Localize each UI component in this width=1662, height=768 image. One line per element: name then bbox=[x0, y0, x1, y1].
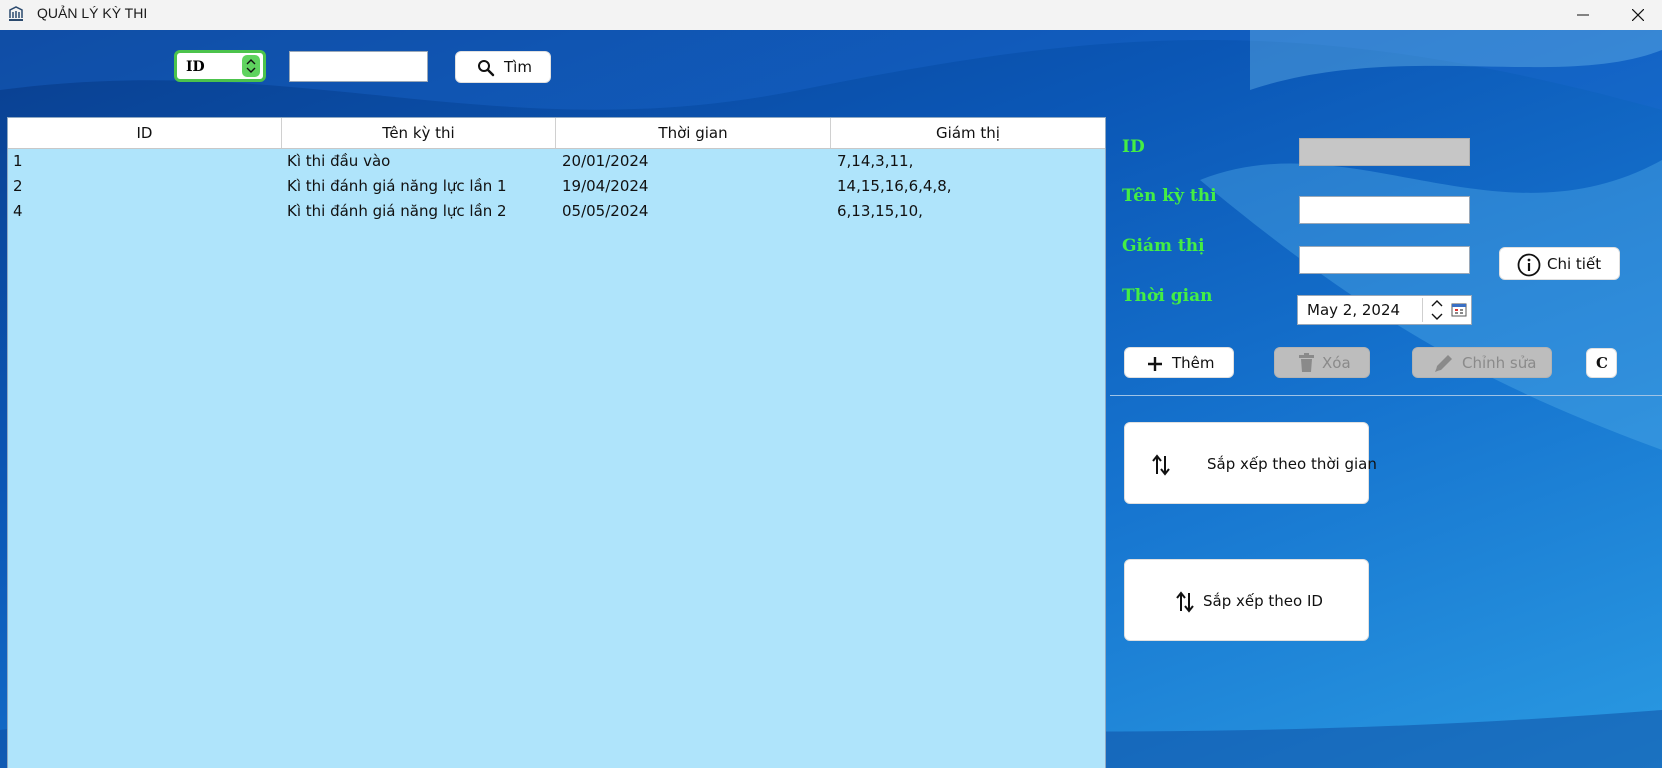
exam-name-label: Tên kỳ thi bbox=[1122, 186, 1217, 206]
column-header-id[interactable]: ID bbox=[8, 118, 282, 148]
search-field-combo[interactable]: ID bbox=[174, 50, 266, 82]
edit-button[interactable]: Chỉnh sửa bbox=[1412, 347, 1552, 378]
title-bar: QUẢN LÝ KỲ THI bbox=[0, 0, 1662, 30]
table-row[interactable]: 4 Kì thi đánh giá năng lực lần 2 05/05/2… bbox=[8, 199, 1105, 224]
clear-button[interactable]: C bbox=[1586, 348, 1617, 378]
table-row[interactable]: 1 Kì thi đầu vào 20/01/2024 7,14,3,11, bbox=[8, 149, 1105, 174]
detail-button[interactable]: Chi tiết bbox=[1499, 247, 1620, 280]
delete-button-label: Xóa bbox=[1322, 354, 1351, 372]
date-picker[interactable]: May 2, 2024 bbox=[1297, 295, 1472, 325]
column-header-supervisors[interactable]: Giám thị bbox=[831, 118, 1105, 148]
exam-name-field[interactable] bbox=[1299, 196, 1470, 224]
table-row[interactable]: 2 Kì thi đánh giá năng lực lần 1 19/04/2… bbox=[8, 174, 1105, 199]
date-value: May 2, 2024 bbox=[1307, 301, 1401, 319]
cell-time: 20/01/2024 bbox=[562, 152, 649, 170]
cell-time: 19/04/2024 bbox=[562, 177, 649, 195]
section-divider bbox=[1110, 395, 1662, 396]
add-button[interactable]: Thêm bbox=[1124, 347, 1234, 378]
id-field bbox=[1299, 138, 1470, 166]
sort-by-time-label: Sắp xếp theo thời gian bbox=[1207, 455, 1377, 473]
cell-id: 1 bbox=[13, 152, 23, 170]
calendar-icon[interactable] bbox=[1451, 302, 1467, 317]
cell-exam-name: Kì thi đánh giá năng lực lần 2 bbox=[287, 202, 507, 220]
column-header-time[interactable]: Thời gian bbox=[556, 118, 831, 148]
search-icon bbox=[478, 60, 495, 77]
detail-button-label: Chi tiết bbox=[1547, 255, 1602, 273]
minimize-icon bbox=[1577, 14, 1589, 16]
info-icon bbox=[1517, 253, 1541, 277]
window-title: QUẢN LÝ KỲ THI bbox=[37, 5, 148, 21]
combo-spinner[interactable] bbox=[242, 55, 260, 77]
cell-id: 2 bbox=[13, 177, 23, 195]
close-button[interactable] bbox=[1615, 0, 1661, 30]
clear-button-label: C bbox=[1596, 354, 1608, 372]
exam-table[interactable]: ID Tên kỳ thi Thời gian Giám thị 1 Kì th… bbox=[7, 117, 1106, 768]
trash-icon bbox=[1299, 353, 1314, 372]
pencil-icon bbox=[1435, 355, 1452, 372]
edit-button-label: Chỉnh sửa bbox=[1462, 354, 1537, 372]
minimize-button[interactable] bbox=[1560, 0, 1606, 30]
plus-icon bbox=[1148, 357, 1162, 371]
cell-id: 4 bbox=[13, 202, 23, 220]
column-header-exam-name[interactable]: Tên kỳ thi bbox=[282, 118, 556, 148]
main-panel: ID Tìm ID Tên kỳ thi Thời gian Giám thị … bbox=[0, 30, 1662, 768]
sort-icon bbox=[1152, 454, 1170, 476]
chevron-up-down-icon bbox=[246, 59, 256, 73]
sort-by-time-button[interactable]: Sắp xếp theo thời gian bbox=[1124, 422, 1377, 504]
cell-exam-name: Kì thi đánh giá năng lực lần 1 bbox=[287, 177, 507, 195]
search-button-label: Tìm bbox=[504, 58, 532, 76]
cell-exam-name: Kì thi đầu vào bbox=[287, 152, 391, 170]
search-input[interactable] bbox=[289, 51, 428, 82]
supervisor-label: Giám thị bbox=[1122, 236, 1205, 256]
add-button-label: Thêm bbox=[1172, 354, 1215, 372]
time-label: Thời gian bbox=[1122, 286, 1213, 306]
cell-supervisors: 14,15,16,6,4,8, bbox=[837, 177, 952, 195]
sort-icon bbox=[1176, 591, 1194, 613]
date-spinner-icon[interactable] bbox=[1428, 297, 1446, 323]
date-divider bbox=[1422, 298, 1423, 322]
delete-button[interactable]: Xóa bbox=[1274, 347, 1370, 378]
close-icon bbox=[1632, 9, 1644, 21]
cell-time: 05/05/2024 bbox=[562, 202, 649, 220]
supervisor-field[interactable] bbox=[1299, 246, 1470, 274]
search-field-value: ID bbox=[186, 59, 205, 75]
search-button[interactable]: Tìm bbox=[455, 51, 551, 83]
cell-supervisors: 7,14,3,11, bbox=[837, 152, 914, 170]
sort-by-id-button[interactable]: Sắp xếp theo ID bbox=[1124, 559, 1369, 641]
id-label: ID bbox=[1122, 137, 1145, 157]
table-header: ID Tên kỳ thi Thời gian Giám thị bbox=[8, 118, 1105, 149]
sort-by-id-label: Sắp xếp theo ID bbox=[1203, 592, 1323, 610]
cell-supervisors: 6,13,15,10, bbox=[837, 202, 923, 220]
app-icon bbox=[9, 6, 23, 21]
